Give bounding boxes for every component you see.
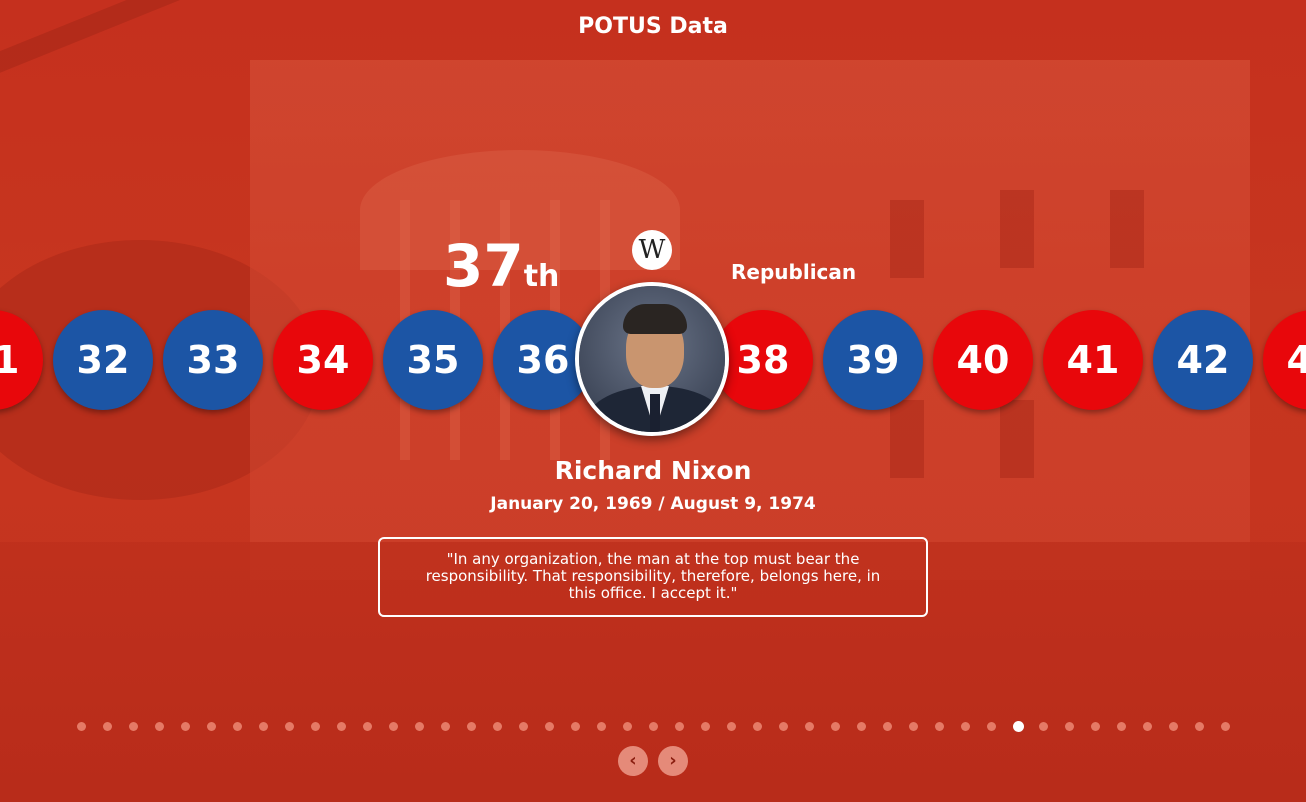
pagination-dot[interactable] (415, 722, 424, 731)
pagination-dot[interactable] (545, 722, 554, 731)
pagination-dot[interactable] (1065, 722, 1074, 731)
pagination-dot[interactable] (623, 722, 632, 731)
pagination-dot[interactable] (389, 722, 398, 731)
president-circle[interactable]: 35 (383, 310, 483, 410)
pagination-dot[interactable] (675, 722, 684, 731)
president-circle[interactable]: 31 (0, 310, 43, 410)
pagination-dot[interactable] (129, 722, 138, 731)
pagination-dot[interactable] (103, 722, 112, 731)
pagination-dot[interactable] (181, 722, 190, 731)
pagination-dot[interactable] (207, 722, 216, 731)
pagination-dot[interactable] (961, 722, 970, 731)
quote-box: "In any organization, the man at the top… (378, 537, 928, 617)
president-circle[interactable]: 32 (53, 310, 153, 410)
president-circle[interactable]: 41 (1043, 310, 1143, 410)
pagination-dot[interactable] (831, 722, 840, 731)
pagination-dot[interactable] (1143, 722, 1152, 731)
ordinal-suffix: th (523, 259, 560, 294)
pagination-dot[interactable] (1221, 722, 1230, 731)
pagination-dot[interactable] (1169, 722, 1178, 731)
president-circle[interactable]: 42 (1153, 310, 1253, 410)
pagination-dot[interactable] (987, 722, 996, 731)
pagination-dot[interactable] (883, 722, 892, 731)
president-circle[interactable]: 43 (1263, 310, 1306, 410)
term-dates: January 20, 1969 / August 9, 1974 (490, 494, 816, 514)
pagination-dot[interactable] (857, 722, 866, 731)
pagination-dot[interactable] (1013, 721, 1024, 732)
pagination-dot[interactable] (311, 722, 320, 731)
page-title: POTUS Data (578, 14, 728, 39)
prev-arrow-icon[interactable]: ‹ (618, 746, 648, 776)
pagination-dot[interactable] (337, 722, 346, 731)
pagination-dot[interactable] (233, 722, 242, 731)
pagination-dot[interactable] (909, 722, 918, 731)
president-portrait[interactable] (575, 282, 729, 436)
pagination-dot[interactable] (363, 722, 372, 731)
pagination-dot[interactable] (935, 722, 944, 731)
pagination-dot[interactable] (77, 722, 86, 731)
president-circle[interactable]: 34 (273, 310, 373, 410)
president-ordinal: 37th (443, 232, 559, 300)
pagination-dot[interactable] (779, 722, 788, 731)
pagination-dot[interactable] (441, 722, 450, 731)
pagination-dot[interactable] (259, 722, 268, 731)
president-name: Richard Nixon (554, 456, 752, 485)
president-circle[interactable]: 33 (163, 310, 263, 410)
pagination-dot[interactable] (519, 722, 528, 731)
pagination-dot[interactable] (727, 722, 736, 731)
pagination-dot[interactable] (467, 722, 476, 731)
pagination-dots (0, 721, 1306, 734)
party-label: Republican (731, 260, 857, 284)
pagination-dot[interactable] (571, 722, 580, 731)
pagination-dot[interactable] (155, 722, 164, 731)
next-arrow-icon[interactable]: › (658, 746, 688, 776)
president-circle[interactable]: 39 (823, 310, 923, 410)
pagination-dot[interactable] (1117, 722, 1126, 731)
pagination-dot[interactable] (1195, 722, 1204, 731)
pagination-dot[interactable] (493, 722, 502, 731)
pagination-dot[interactable] (597, 722, 606, 731)
pagination-dot[interactable] (701, 722, 710, 731)
president-circle[interactable]: 40 (933, 310, 1033, 410)
pagination-dot[interactable] (649, 722, 658, 731)
pagination-dot[interactable] (1091, 722, 1100, 731)
pagination-dot[interactable] (805, 722, 814, 731)
pagination-dot[interactable] (285, 722, 294, 731)
ordinal-number: 37 (443, 232, 524, 300)
wikipedia-icon[interactable]: W (632, 230, 672, 270)
pagination-dot[interactable] (753, 722, 762, 731)
pagination-dot[interactable] (1039, 722, 1048, 731)
